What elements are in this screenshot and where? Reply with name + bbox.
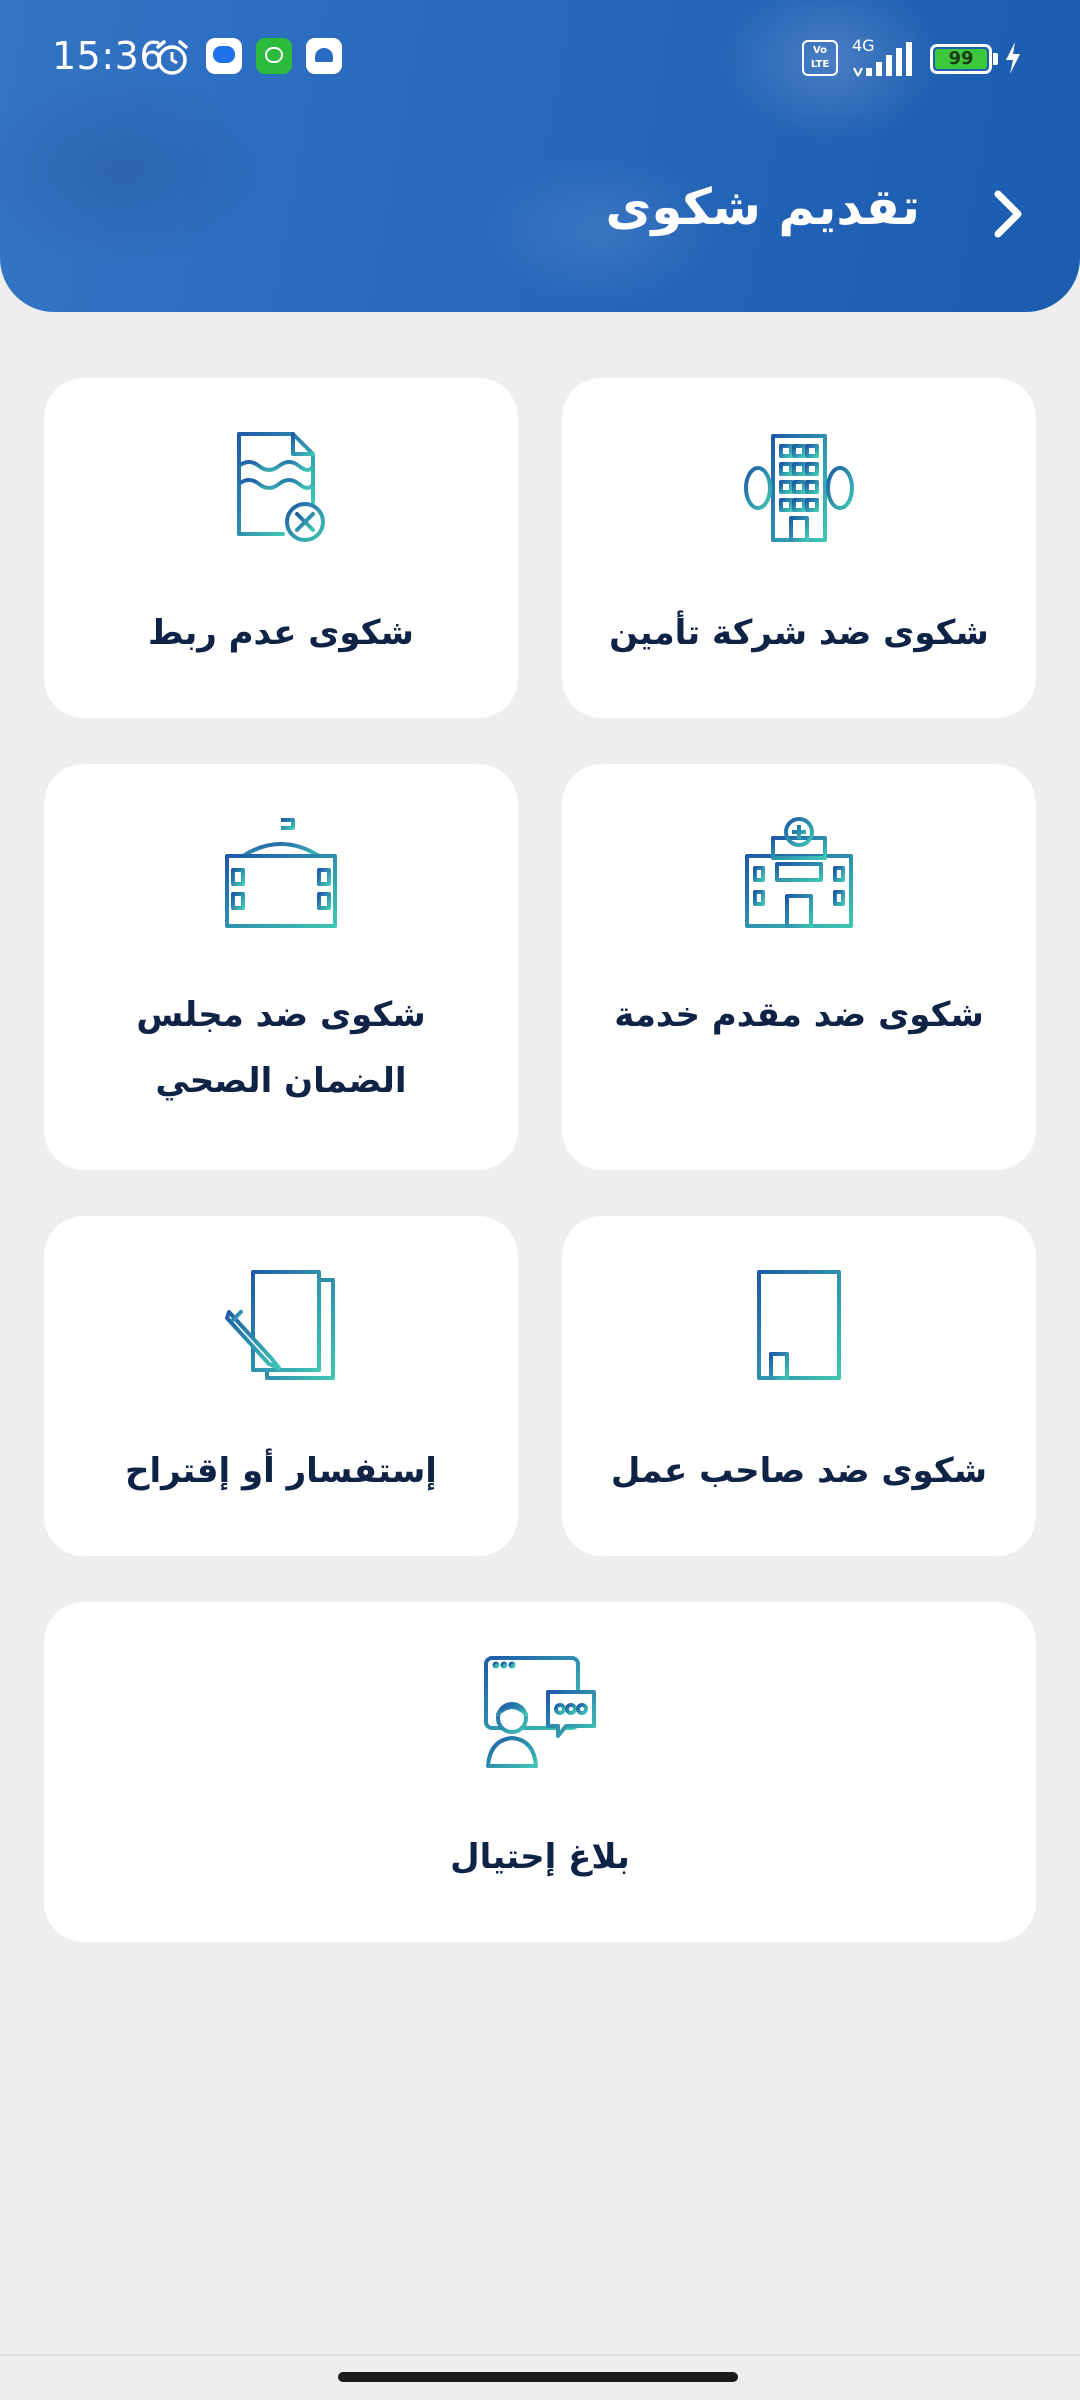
battery-icon: 99 <box>930 44 992 74</box>
battery-tip <box>993 53 998 65</box>
fraud-report-icon <box>484 1656 596 1768</box>
card-label: شكوى عدم ربط <box>148 613 414 653</box>
card-not-linked-complaint[interactable]: شكوى عدم ربط <box>44 378 518 718</box>
prayer-app-icon <box>306 38 342 74</box>
card-inquiry-suggestion[interactable]: إستفسار أو إقتراح <box>44 1216 518 1556</box>
card-health-council-complaint[interactable]: شكوى ضد مجلس الضمان الصحي <box>44 764 518 1170</box>
page-title: تقديم شكوى <box>605 178 920 236</box>
wechat-app-icon <box>256 38 292 74</box>
card-label: بلاغ إحتيال <box>450 1837 630 1877</box>
hospital-icon <box>745 817 853 928</box>
status-bar: 15:36 Vo LTE 4G 99 <box>0 0 1080 120</box>
status-time: 15:36 <box>52 34 165 78</box>
card-label: إستفسار أو إقتراح <box>125 1451 437 1491</box>
card-insurance-company-complaint[interactable]: شكوى ضد شركة تأمين <box>562 378 1036 718</box>
government-building-icon <box>225 818 337 928</box>
alarm-icon <box>156 40 188 75</box>
header: 15:36 Vo LTE 4G 99 تقديم شكوى <box>0 0 1080 312</box>
battery-level: 99 <box>948 48 974 69</box>
messages-app-icon <box>206 38 242 74</box>
document-x-icon <box>237 432 325 542</box>
office-building-icon <box>743 434 855 542</box>
navigation-bar-divider <box>0 2354 1080 2356</box>
card-label-line1: شكوى ضد مجلس <box>136 995 426 1035</box>
signal-strength-icon <box>853 42 912 77</box>
card-label: شكوى ضد شركة تأمين <box>609 613 989 653</box>
volte-icon: Vo LTE <box>802 40 838 76</box>
home-indicator[interactable] <box>338 2372 738 2382</box>
card-label: شكوى ضد مقدم خدمة <box>614 995 984 1035</box>
volte-label: Vo LTE <box>810 45 830 70</box>
card-fraud-report[interactable]: بلاغ إحتيال <box>44 1602 1036 1942</box>
charging-icon <box>1006 42 1020 74</box>
document-pencil-icon <box>225 1270 335 1380</box>
card-label-line2: الضمان الصحي <box>155 1061 407 1101</box>
card-employer-complaint[interactable]: شكوى ضد صاحب عمل <box>562 1216 1036 1556</box>
workplace-building-icon <box>743 1270 855 1380</box>
card-label: شكوى ضد صاحب عمل <box>610 1451 988 1491</box>
back-chevron-icon[interactable] <box>978 188 1038 240</box>
card-service-provider-complaint[interactable]: شكوى ضد مقدم خدمة <box>562 764 1036 1170</box>
